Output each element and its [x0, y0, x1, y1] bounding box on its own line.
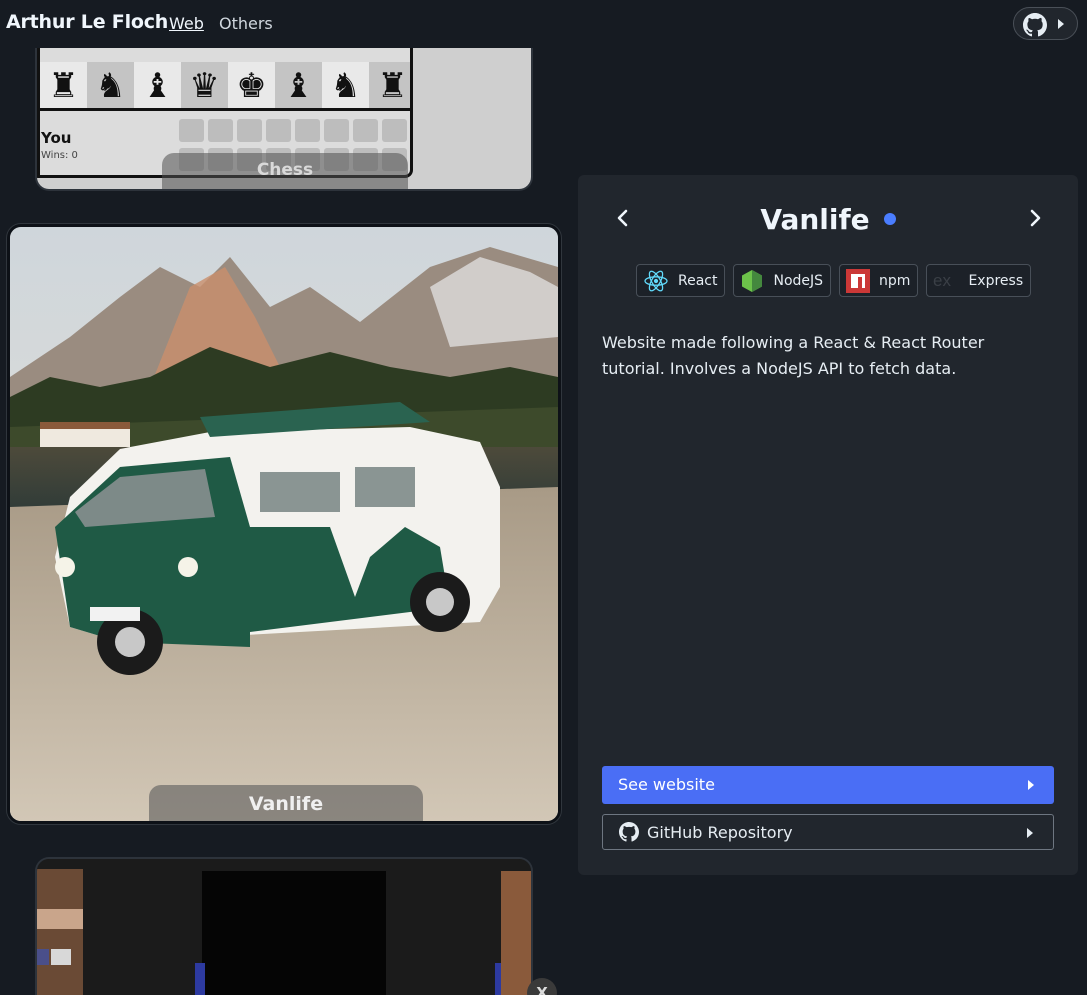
chess-rook-icon: ♜	[40, 62, 87, 109]
svg-text:ex: ex	[933, 271, 951, 290]
top-navbar: Arthur Le Floch Web Others	[0, 0, 1087, 48]
chess-rook-icon: ♜	[369, 62, 410, 109]
project-card-vanlife[interactable]: Vanlife	[7, 224, 561, 824]
project-description: Website made following a React & React R…	[602, 333, 985, 378]
npm-icon	[846, 268, 871, 293]
project-card-next[interactable]	[35, 857, 533, 995]
tag-label: React	[678, 272, 718, 289]
chess-back-row: ♜ ♞ ♝ ♛ ♚ ♝ ♞ ♜	[40, 62, 410, 109]
chess-knight-icon: ♞	[322, 62, 369, 109]
status-dot	[883, 213, 896, 225]
site-brand[interactable]: Arthur Le Floch	[6, 11, 168, 33]
tag-label: Express	[968, 272, 1024, 289]
github-icon	[619, 822, 639, 842]
caret-right-icon	[1028, 780, 1034, 790]
project-detail-panel: Vanlife React NodeJS npm ex Express Webs…	[578, 175, 1078, 875]
github-icon	[1023, 13, 1047, 37]
capture-slot	[266, 119, 291, 142]
see-website-button[interactable]: See website	[602, 766, 1054, 804]
tag-label: NodeJS	[773, 272, 824, 289]
caret-right-icon	[1058, 19, 1064, 29]
github-menu-button[interactable]	[1013, 7, 1078, 40]
vanlife-cover-image	[10, 227, 558, 821]
tag-express: ex Express	[926, 264, 1032, 297]
tag-npm: npm	[839, 264, 919, 297]
capture-slot	[353, 119, 378, 142]
tag-nodejs: NodeJS	[733, 264, 832, 297]
next-card-cover-image	[37, 859, 531, 995]
project-title-row: Vanlife	[578, 203, 1078, 236]
player-wins: Wins: 0	[41, 150, 78, 161]
chess-knight-icon: ♞	[87, 62, 134, 109]
chess-king-icon: ♚	[228, 62, 275, 109]
capture-slot	[208, 119, 233, 142]
chess-bishop-icon: ♝	[134, 62, 181, 109]
chess-bishop-icon: ♝	[275, 62, 322, 109]
express-icon: ex	[933, 271, 951, 290]
board-divider	[40, 108, 410, 111]
nav-link-web[interactable]: Web	[169, 14, 204, 33]
chevron-right-icon[interactable]	[1024, 207, 1046, 229]
nav-link-others[interactable]: Others	[219, 14, 273, 33]
close-icon[interactable]: X	[527, 978, 557, 995]
capture-slot	[324, 119, 349, 142]
capture-slot	[237, 119, 262, 142]
capture-slot	[179, 119, 204, 142]
chess-queen-icon: ♛	[181, 62, 228, 109]
github-repository-button[interactable]: GitHub Repository	[602, 814, 1054, 850]
see-website-label: See website	[618, 775, 715, 794]
project-title: Vanlife	[760, 203, 870, 236]
react-icon	[644, 270, 668, 291]
github-repository-label: GitHub Repository	[647, 823, 793, 842]
caret-right-icon	[1027, 828, 1033, 838]
nodejs-icon	[742, 269, 763, 292]
capture-slot	[382, 119, 407, 142]
player-name: You	[41, 129, 72, 147]
capture-slot	[295, 119, 320, 142]
chess-card-label: Chess	[162, 153, 408, 189]
vanlife-card-label: Vanlife	[149, 785, 423, 821]
tag-react: React	[636, 264, 726, 297]
tech-tags: React NodeJS npm ex Express	[636, 264, 1032, 297]
tag-label: npm	[879, 272, 911, 289]
